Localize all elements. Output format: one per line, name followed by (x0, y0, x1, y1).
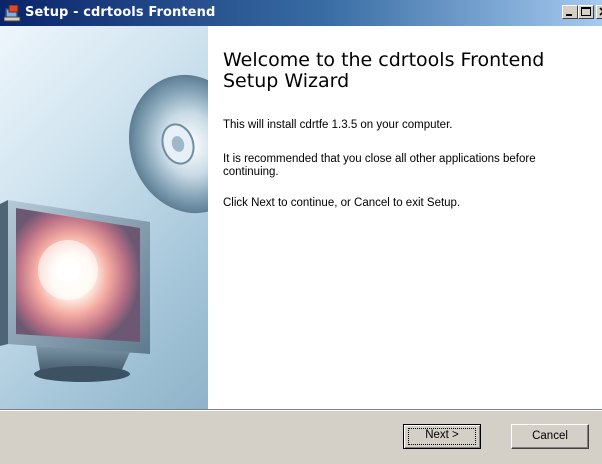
cancel-button-label: Cancel (532, 430, 568, 442)
monitor-and-cd-graphic (0, 74, 208, 382)
wizard-side-image (0, 26, 208, 409)
wizard-content: Welcome to the cdrtools Frontend Setup W… (0, 26, 602, 409)
close-apps-text: It is recommended that you close all oth… (223, 153, 536, 178)
maximize-icon (581, 7, 591, 16)
close-icon (599, 7, 602, 16)
close-button[interactable] (596, 5, 602, 19)
maximize-button[interactable] (578, 5, 594, 19)
footer-divider (0, 409, 602, 411)
install-info-text: This will install cdrtfe 1.3.5 on your c… (223, 119, 453, 131)
next-button[interactable]: Next > (403, 424, 481, 449)
minimize-button[interactable] (562, 5, 578, 19)
setup-app-icon (3, 4, 21, 22)
setup-window: Setup - cdrtools Frontend Welcome to the… (0, 0, 602, 464)
continue-instructions-text: Click Next to continue, or Cancel to exi… (223, 197, 461, 209)
title-bar[interactable]: Setup - cdrtools Frontend (0, 0, 602, 26)
window-title: Setup - cdrtools Frontend (25, 5, 216, 20)
next-button-label: Next > (425, 429, 459, 441)
wizard-heading: Welcome to the cdrtools Frontend Setup W… (223, 49, 545, 92)
cancel-button[interactable]: Cancel (511, 424, 589, 449)
minimize-icon (566, 14, 572, 16)
